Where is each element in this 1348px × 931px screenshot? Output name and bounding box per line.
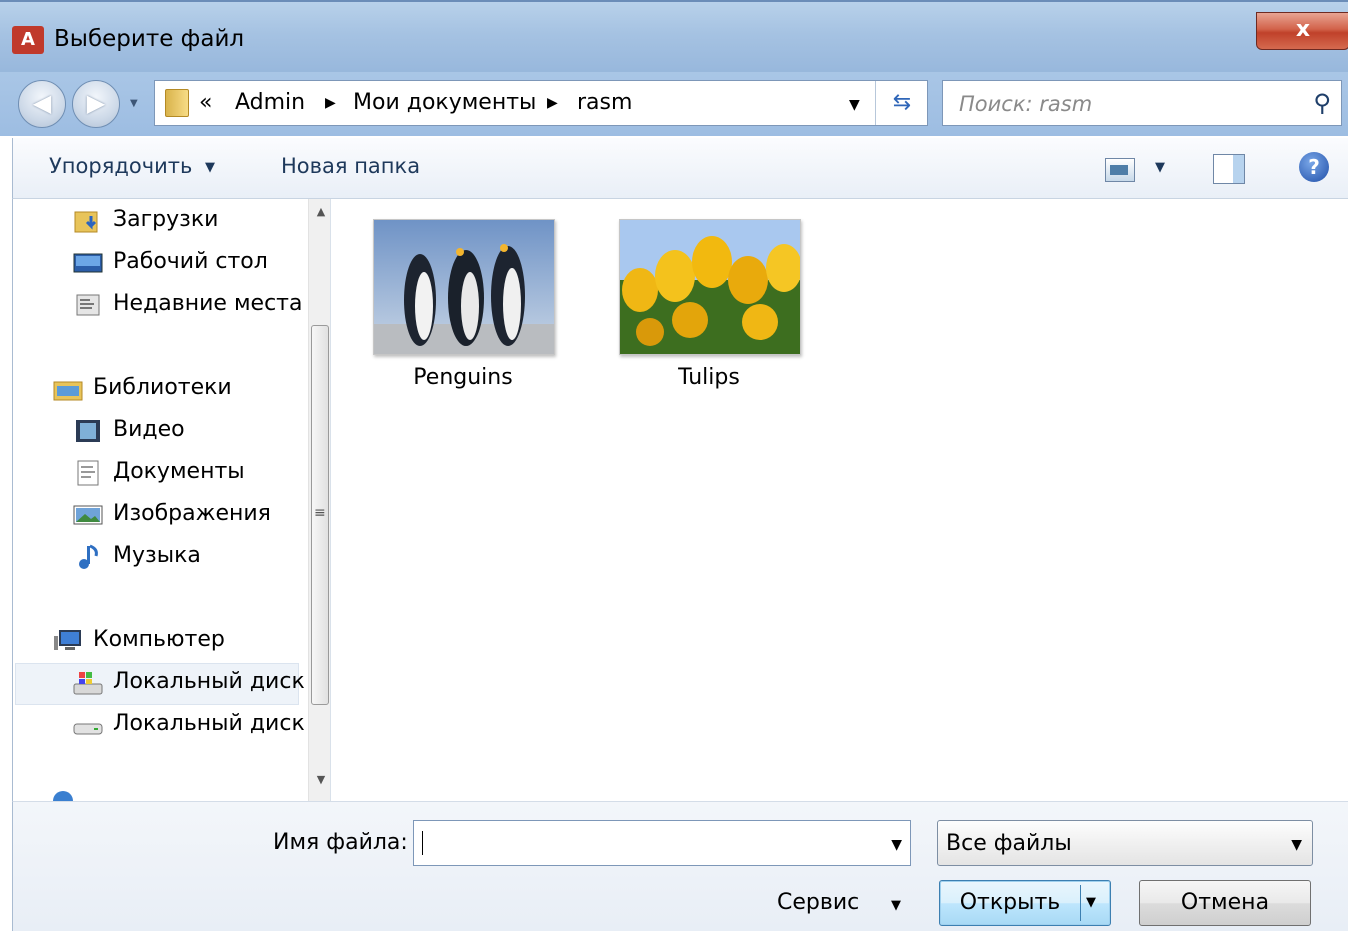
- back-arrow-icon: ◀: [32, 89, 52, 117]
- libraries-icon: [53, 381, 83, 401]
- close-button[interactable]: x: [1256, 12, 1348, 50]
- sidebar-item-label: Видео: [113, 417, 185, 442]
- breadcrumb-separator-icon[interactable]: ▶: [325, 95, 336, 111]
- breadcrumb-admin[interactable]: Admin: [235, 90, 305, 115]
- sidebar-item-label: Библиотеки: [93, 375, 232, 400]
- file-type-value: Все файлы: [946, 831, 1072, 856]
- dialog-footer: Имя файла: ▼ Все файлы ▼ Сервис ▼ Открыт…: [12, 801, 1348, 931]
- back-button[interactable]: ◀: [18, 80, 66, 128]
- command-toolbar: Упорядочить ▼ Новая папка ▼ ?: [12, 138, 1348, 199]
- sidebar-item-label: Документы: [113, 459, 245, 484]
- forward-button[interactable]: ▶: [72, 80, 120, 128]
- change-view-icon[interactable]: [1105, 158, 1135, 182]
- sidebar-item-label: Рабочий стол: [113, 249, 268, 274]
- sidebar-item-label: Локальный диск: [113, 711, 305, 736]
- filename-label: Имя файла:: [273, 830, 408, 855]
- search-box[interactable]: Поиск: rasm ⚲: [942, 80, 1342, 126]
- address-bar[interactable]: « Admin ▶ Мои документы ▶ rasm ▼ ⇆: [154, 80, 928, 126]
- split-divider: [1080, 885, 1081, 921]
- network-icon: [53, 791, 73, 801]
- dialog-title: Выберите файл: [54, 26, 245, 52]
- recent-locations-dropdown[interactable]: ▼: [130, 98, 138, 109]
- file-name: Penguins: [413, 365, 513, 390]
- file-name: Tulips: [678, 365, 740, 390]
- sidebar-item-label: Компьютер: [93, 627, 225, 652]
- breadcrumb-overflow[interactable]: «: [199, 90, 212, 115]
- filename-dropdown-icon[interactable]: ▼: [891, 837, 902, 853]
- preview-pane-icon[interactable]: [1213, 154, 1245, 184]
- breadcrumb-rasm[interactable]: rasm: [577, 90, 632, 115]
- breadcrumb-my-documents[interactable]: Мои документы: [353, 90, 536, 115]
- computer-icon: [54, 630, 81, 650]
- desktop-icon: [73, 253, 103, 273]
- help-icon[interactable]: ?: [1299, 152, 1329, 182]
- video-icon: [76, 420, 100, 442]
- pictures-icon: [73, 505, 103, 525]
- organize-dropdown-icon[interactable]: ▼: [205, 160, 215, 175]
- new-folder-button[interactable]: Новая папка: [281, 154, 420, 178]
- refresh-icon: ⇆: [892, 90, 912, 115]
- navigation-pane: Загрузки Рабочий стол Недавние места Биб…: [12, 199, 331, 801]
- file-item-penguins[interactable]: Penguins: [361, 199, 561, 390]
- open-button[interactable]: Открыть ▼: [939, 880, 1111, 926]
- title-bar: A Выберите файл x: [0, 0, 1348, 74]
- scroll-down-icon[interactable]: ▼: [309, 773, 331, 795]
- tulips-thumbnail: [619, 219, 801, 355]
- filename-input[interactable]: ▼: [413, 820, 911, 866]
- view-dropdown-icon[interactable]: ▼: [1155, 160, 1165, 175]
- search-icon[interactable]: ⚲: [1313, 89, 1331, 117]
- breadcrumb-separator-icon[interactable]: ▶: [547, 95, 558, 111]
- file-item-tulips[interactable]: Tulips: [607, 199, 807, 390]
- file-open-dialog: A Выберите файл x ◀ ▶ ▼ « Admin ▶ Мои до…: [0, 0, 1348, 931]
- sidebar-item-label: Музыка: [113, 543, 201, 568]
- organize-button[interactable]: Упорядочить: [49, 154, 192, 178]
- downloads-folder-icon: [74, 211, 98, 233]
- system-drive-icon: [73, 672, 103, 695]
- scroll-grip-icon: ≡: [314, 505, 326, 521]
- navigation-bar: ◀ ▶ ▼ « Admin ▶ Мои документы ▶ rasm ▼ ⇆…: [0, 72, 1348, 136]
- sidebar-item-label: Загрузки: [113, 207, 219, 232]
- open-button-label: Открыть: [959, 890, 1061, 915]
- penguins-thumbnail: [373, 219, 555, 355]
- service-menu[interactable]: Сервис: [777, 890, 859, 915]
- scroll-up-icon[interactable]: ▲: [309, 205, 331, 227]
- cancel-button[interactable]: Отмена: [1139, 880, 1311, 926]
- music-icon: [79, 544, 98, 569]
- file-list: Penguins Tulips: [330, 199, 1348, 801]
- sidebar-item-label: Локальный диск: [113, 669, 305, 694]
- search-placeholder: Поиск: rasm: [959, 92, 1093, 116]
- file-type-dropdown-icon: ▼: [1291, 837, 1302, 853]
- forward-arrow-icon: ▶: [86, 89, 106, 117]
- drive-icon: [73, 723, 103, 735]
- recent-places-icon: [76, 294, 100, 316]
- sidebar-item-label: Изображения: [113, 501, 271, 526]
- refresh-button[interactable]: ⇆: [875, 81, 928, 125]
- access-app-icon: A: [12, 26, 44, 54]
- file-type-select[interactable]: Все файлы ▼: [937, 820, 1313, 866]
- folder-icon: [165, 89, 189, 117]
- documents-icon: [77, 460, 99, 486]
- open-dropdown-icon[interactable]: ▼: [1086, 881, 1096, 925]
- sidebar-scrollbar[interactable]: ▲ ≡ ▼: [308, 199, 331, 801]
- sidebar-item-label: Недавние места: [113, 291, 303, 316]
- address-dropdown-icon[interactable]: ▼: [849, 97, 860, 113]
- service-dropdown-icon[interactable]: ▼: [891, 898, 901, 913]
- text-caret: [422, 831, 423, 855]
